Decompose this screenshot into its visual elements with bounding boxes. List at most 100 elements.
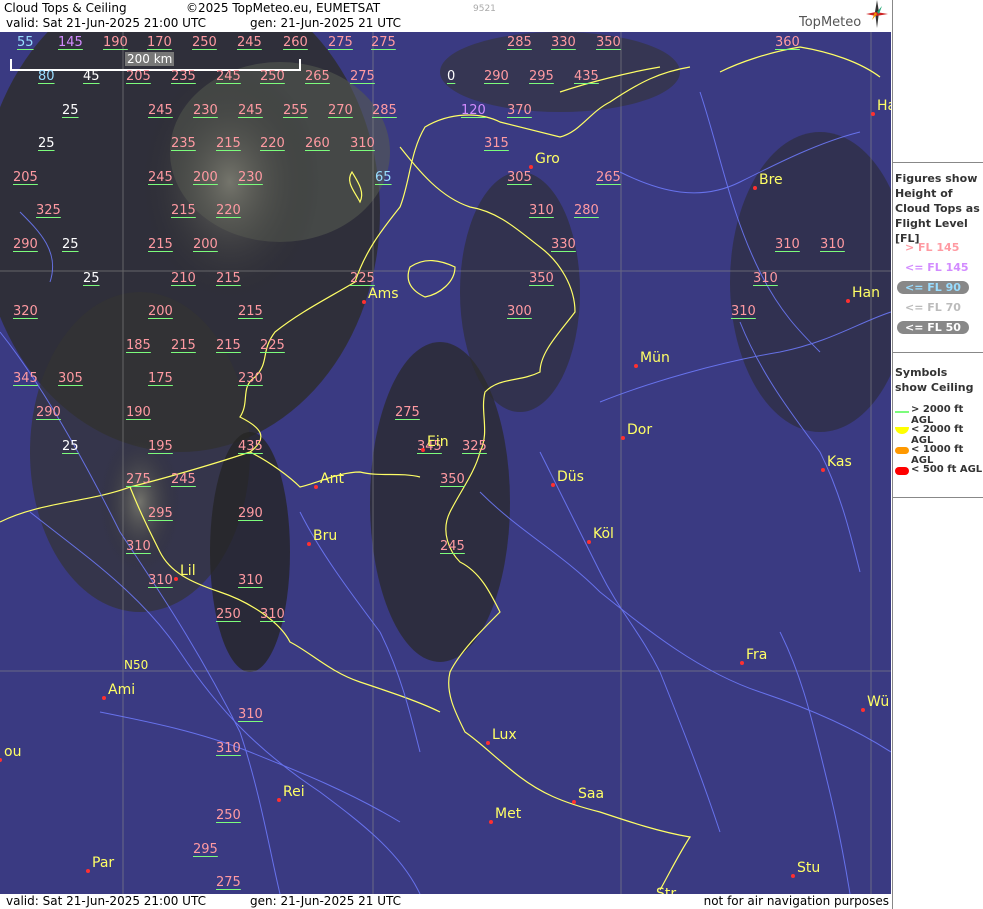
flight-level-label: 310 bbox=[753, 271, 778, 286]
flight-level-label: 215 bbox=[216, 271, 241, 286]
flight-level-label: 270 bbox=[328, 103, 353, 118]
city-marker-dot bbox=[846, 299, 850, 303]
flight-level-label: 245 bbox=[148, 103, 173, 118]
city-marker-dot bbox=[572, 800, 576, 804]
flight-level-label: 290 bbox=[36, 405, 61, 420]
ceiling-orange-icon bbox=[895, 447, 909, 454]
flight-level-label: 280 bbox=[574, 203, 599, 218]
flight-level-label: 325 bbox=[462, 439, 487, 454]
flight-level-label: 170 bbox=[147, 35, 172, 50]
header: Cloud Tops & Ceiling ©2025 TopMeteo.eu, … bbox=[0, 0, 891, 32]
legend-panel: Figures show Height of Cloud Tops as Fli… bbox=[892, 0, 983, 909]
flight-level-label: 250 bbox=[260, 69, 285, 84]
city-label: ou bbox=[4, 744, 22, 760]
city-label: Fra bbox=[746, 647, 768, 663]
city-label: Ein bbox=[427, 434, 449, 450]
flight-level-label: 310 bbox=[238, 707, 263, 722]
city-label: Ha bbox=[877, 98, 891, 114]
valid-time: valid: Sat 21-Jun-2025 21:00 UTC bbox=[6, 16, 206, 30]
flight-level-label: 230 bbox=[238, 371, 263, 386]
flight-level-label: 250 bbox=[192, 35, 217, 50]
flight-level-label: 215 bbox=[216, 338, 241, 353]
flight-level-label: 295 bbox=[148, 506, 173, 521]
flight-level-label: 235 bbox=[171, 69, 196, 84]
flight-level-label: 305 bbox=[507, 170, 532, 185]
city-label: Wü bbox=[867, 694, 890, 710]
satellite-map[interactable]: 200 km N50 55 145 190 170 250 245 260 275 275 285… bbox=[0, 32, 891, 894]
compass-star-icon bbox=[866, 0, 888, 28]
city-label: Köl bbox=[593, 526, 614, 542]
flight-level-label: 350 bbox=[596, 35, 621, 50]
flight-level-label: 245 bbox=[171, 472, 196, 487]
flight-level-label: 290 bbox=[484, 69, 509, 84]
flight-level-label: 205 bbox=[126, 69, 151, 84]
flight-level-label: 275 bbox=[328, 35, 353, 50]
flight-level-label: 275 bbox=[395, 405, 420, 420]
city-marker-dot bbox=[362, 300, 366, 304]
city-label: Rei bbox=[283, 784, 305, 800]
city-label: Met bbox=[495, 806, 522, 822]
flight-level-label: 230 bbox=[193, 103, 218, 118]
flight-level-label: 320 bbox=[13, 304, 38, 319]
flight-level-label: 310 bbox=[350, 136, 375, 151]
city-label: Mün bbox=[640, 350, 670, 366]
flight-level-label: 235 bbox=[171, 136, 196, 151]
flight-level-label: 330 bbox=[551, 237, 576, 252]
ceiling-green-icon bbox=[895, 411, 909, 413]
flight-level-label: 350 bbox=[529, 271, 554, 286]
flight-level-label: 310 bbox=[820, 237, 845, 252]
flight-level-label: 25 bbox=[38, 136, 55, 151]
legend-item-le145: <= FL 145 bbox=[905, 261, 969, 274]
flight-level-label: 45 bbox=[83, 69, 100, 84]
chart-title: Cloud Tops & Ceiling bbox=[4, 1, 127, 15]
flight-level-label: 230 bbox=[238, 170, 263, 185]
flight-level-label: 245 bbox=[148, 170, 173, 185]
flight-level-label: 215 bbox=[148, 237, 173, 252]
flight-level-label: 435 bbox=[238, 439, 263, 454]
flight-level-label: 290 bbox=[13, 237, 38, 252]
flight-level-label: 210 bbox=[171, 271, 196, 286]
city-label: Han bbox=[852, 285, 880, 301]
city-label: Str bbox=[656, 886, 677, 894]
flight-level-label: 345 bbox=[13, 371, 38, 386]
city-marker-dot bbox=[307, 542, 311, 546]
flight-level-label: 245 bbox=[238, 103, 263, 118]
latitude-label: N50 bbox=[124, 658, 149, 672]
cloud-tops-legend: Figures show Height of Cloud Tops as Fli… bbox=[893, 162, 983, 353]
flight-level-label: 315 bbox=[484, 136, 509, 151]
flight-level-label: 215 bbox=[171, 338, 196, 353]
gen-time: gen: 21-Jun-2025 21 UTC bbox=[250, 16, 402, 30]
flight-level-label: 275 bbox=[350, 69, 375, 84]
ceiling-item-lt1000: < 1000 ft AGL bbox=[911, 444, 964, 466]
flight-level-label: 200 bbox=[193, 170, 218, 185]
flight-level-label: 295 bbox=[193, 842, 218, 857]
flight-level-label: 370 bbox=[507, 103, 532, 118]
topmeteo-logo[interactable]: TopMeteo bbox=[799, 15, 861, 30]
city-label: Ami bbox=[108, 682, 136, 698]
flight-level-label: 290 bbox=[238, 506, 263, 521]
flight-level-label: 25 bbox=[83, 271, 100, 286]
flight-level-label: 265 bbox=[596, 170, 621, 185]
flight-level-label: 175 bbox=[148, 371, 173, 386]
flight-level-label: 225 bbox=[350, 271, 375, 286]
city-label: Stu bbox=[797, 860, 821, 876]
flight-level-label: 245 bbox=[440, 539, 465, 554]
flight-level-label: 310 bbox=[126, 539, 151, 554]
flight-level-label: 65 bbox=[375, 170, 392, 185]
city-marker-dot bbox=[551, 483, 555, 487]
legend-item-le90: <= FL 90 bbox=[897, 281, 969, 294]
city-label: Lil bbox=[180, 563, 196, 579]
flight-level-label: 330 bbox=[551, 35, 576, 50]
flight-level-label: 0 bbox=[447, 69, 456, 84]
city-marker-dot bbox=[174, 577, 178, 581]
flight-level-label: 300 bbox=[507, 304, 532, 319]
flight-level-label: 205 bbox=[13, 170, 38, 185]
flight-level-label: 225 bbox=[260, 338, 285, 353]
flight-level-label: 310 bbox=[731, 304, 756, 319]
scale-label: 200 km bbox=[125, 52, 175, 66]
flight-level-label: 25 bbox=[62, 103, 79, 118]
flight-level-label: 215 bbox=[238, 304, 263, 319]
city-marker-dot bbox=[277, 798, 281, 802]
footer-gen-time: gen: 21-Jun-2025 21 UTC bbox=[250, 894, 402, 908]
copyright: ©2025 TopMeteo.eu, EUMETSAT bbox=[186, 1, 381, 15]
